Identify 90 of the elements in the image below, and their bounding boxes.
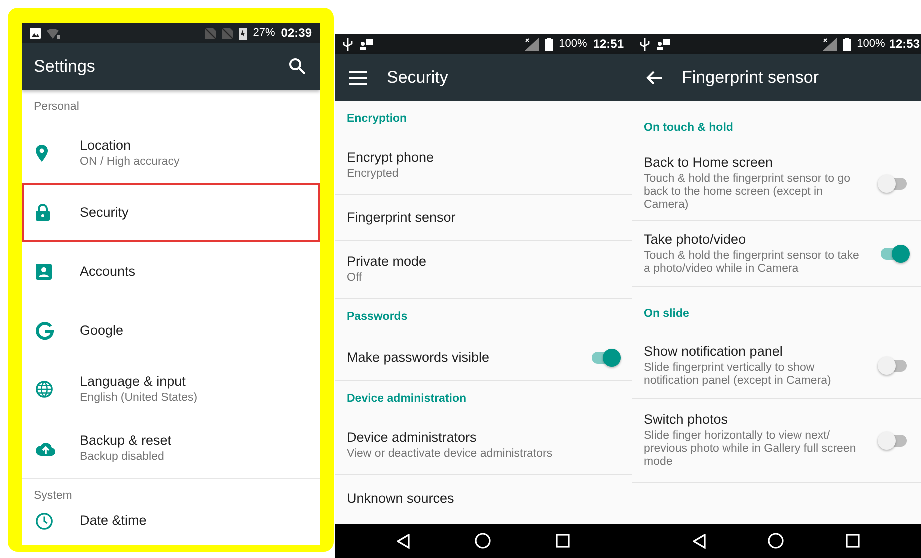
toolbar-title: Fingerprint sensor [682,68,820,88]
item-title: Make passwords visible [347,350,491,365]
item-title: Language & input [80,374,187,389]
item-title: Date &time [80,513,148,528]
item-summary: Encrypted [347,168,400,181]
recents-square-icon[interactable] [556,534,570,548]
home-circle-icon[interactable] [474,533,491,549]
wifi-icon [47,28,61,38]
section-header: System [34,490,72,502]
back-triangle-icon[interactable] [693,534,706,548]
toggle-switch[interactable] [881,248,907,260]
section-header: Passwords [347,311,408,323]
item-title: Take photo/video [644,232,748,246]
settings-item[interactable]: Google [22,301,320,360]
google-g-icon [36,322,54,340]
item-summary: Off [347,272,364,285]
battery-icon [843,38,852,50]
item-title: Google [80,323,125,338]
no-sim-icon [222,28,234,38]
clock-time: 02:39 [281,26,312,40]
switch-setting[interactable]: Make passwords visible [335,335,632,381]
lock-icon [36,204,50,221]
section-header: On slide [644,308,690,320]
item-summary: Touch & hold the fingerprint sensor to take a photo/video while in Camera [644,250,860,276]
item-title: Location [80,138,132,153]
battery-percentage: 27% [253,27,276,39]
account-icon [36,264,52,280]
item-summary: Slide fingerprint vertically to show notification panel (except in Camera) [644,362,832,388]
settings-item[interactable]: Accounts [22,242,320,301]
item-title: Private mode [347,254,428,269]
switch-setting[interactable]: Back to Home screen Touch & hold the fingerprint sensor to go back to the home screen (except in Camera) [632,147,921,221]
settings-item[interactable]: Location ON / High accuracy [22,124,320,183]
section-header: Device administration [347,393,467,405]
item-summary: Touch & hold the fingerprint sensor to go back to the home screen (except in Camera) [644,173,852,212]
item-summary: Slide finger horizontally to view next/ previous photo while in Gallery full screen mode [644,430,858,469]
item-title: Accounts [80,264,137,279]
battery-percentage: 100% [559,38,588,50]
item-title: Show notification panel [644,344,784,358]
toggle-switch[interactable] [881,178,907,190]
back-triangle-icon[interactable] [397,534,410,548]
settings-item[interactable]: Security [22,183,320,242]
toolbar-title: Settings [34,56,96,76]
item-title: Back to Home screen [644,155,774,170]
item-title: Encrypt phone [347,150,436,165]
switch-setting[interactable]: Take photo/video Touch & hold the fingerprint sensor to take a photo/video while in Camera [632,221,921,287]
signal-icon [525,38,540,50]
clock-time: 12:53 [889,37,920,51]
settings-item[interactable]: Unknown sources [335,475,632,521]
settings-item[interactable]: Language & input English (United States) [22,360,320,419]
switch-setting[interactable]: Show notification panel Slide fingerprint vertically to show notification panel (except in Camera) [632,333,921,399]
signal-icon [823,38,838,50]
item-title: Security [80,205,130,220]
back-arrow-icon[interactable] [646,70,662,84]
item-summary: View or deactivate device administrators [347,448,554,461]
usb-icon [640,38,650,50]
section-header: Personal [34,101,80,113]
toggle-switch[interactable] [881,360,907,372]
search-icon[interactable] [289,58,306,75]
recents-square-icon[interactable] [846,534,860,548]
item-title: Unknown sources [347,490,456,506]
item-title: Fingerprint sensor [347,210,457,225]
battery-percentage: 100% [857,38,886,50]
toggle-switch[interactable] [592,352,618,364]
usb-icon [343,38,353,50]
toggle-switch[interactable] [881,434,907,446]
section-header: Encryption [347,113,408,125]
cloud-upload-icon [36,442,56,456]
home-circle-icon[interactable] [768,533,784,549]
battery-icon [545,38,554,50]
item-summary: Backup disabled [80,451,166,464]
toolbar-title: Security [387,68,450,88]
section-header: On touch & hold [644,122,734,134]
settings-item[interactable]: Backup & reset Backup disabled [22,419,320,478]
battery-icon [239,26,248,40]
item-title: Device administrators [347,430,478,445]
notification-icon [359,38,373,50]
item-summary: English (United States) [80,392,199,405]
image-icon [30,28,41,38]
menu-icon[interactable] [349,70,367,84]
clock-time: 12:51 [593,37,624,51]
item-title: Switch photos [644,412,730,427]
settings-item[interactable]: Date &time [22,513,320,543]
no-sim-icon [205,28,216,38]
item-title: Backup & reset [80,433,173,448]
location-pin-icon [36,145,48,162]
notification-icon [656,38,670,50]
globe-icon [36,381,53,398]
item-summary: ON / High accuracy [80,156,181,169]
clock-icon [36,513,53,530]
switch-setting[interactable]: Switch photos Slide finger horizontally to view next/ previous photo while in Gallery full screen mode [632,399,921,483]
